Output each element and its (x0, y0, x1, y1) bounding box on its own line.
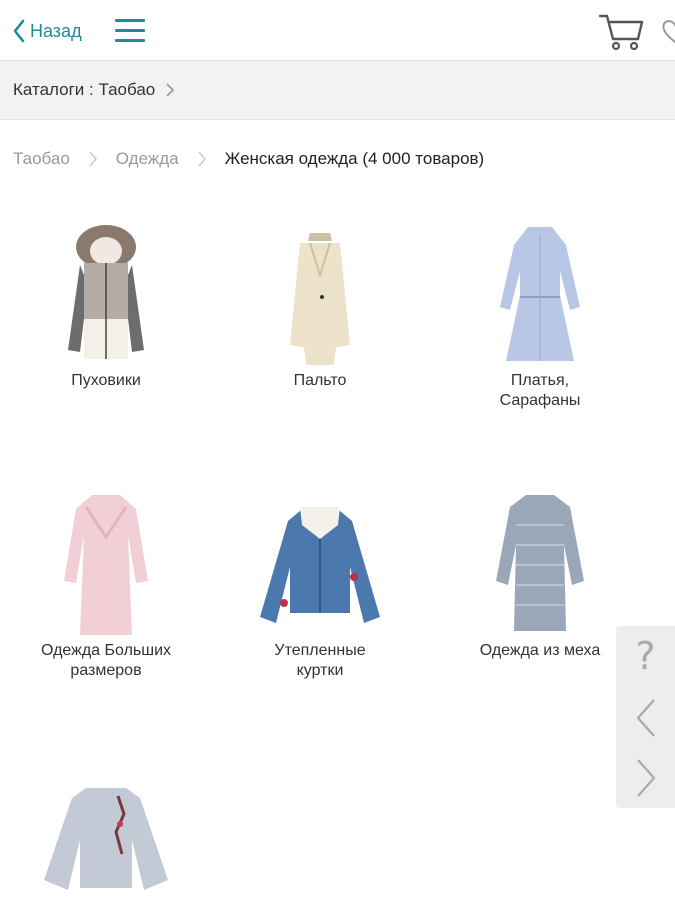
side-widget: ? (616, 626, 675, 808)
prev-button[interactable] (616, 690, 675, 746)
category-label: Одежда из меха (479, 642, 601, 659)
chevron-right-icon (166, 83, 175, 97)
chevron-right-icon (636, 759, 655, 797)
denim-jacket-image (260, 507, 380, 623)
fur-coat-image (496, 495, 584, 631)
category-label: Одежда Больших размеров (40, 642, 172, 679)
category-label: Пуховики (71, 372, 141, 389)
plus-size-dress-image (64, 495, 148, 635)
blouse-image (44, 788, 168, 890)
category-blouses[interactable] (6, 750, 206, 894)
cart-icon[interactable] (598, 10, 646, 52)
back-label: Назад (30, 20, 82, 41)
help-button[interactable]: ? (616, 628, 675, 684)
breadcrumb-item-clothes[interactable]: Одежда (116, 149, 179, 169)
category-dresses[interactable]: Платья, Сарафаны (440, 215, 640, 411)
category-fur[interactable]: Одежда из меха (440, 485, 640, 661)
breadcrumb-current: Женская одежда (4 000 товаров) (224, 149, 485, 168)
breadcrumb-item-taobao[interactable]: Таобао (13, 149, 70, 169)
breadcrumb: Таобао Одежда Женская одежда (4 000 това… (13, 146, 484, 172)
category-label: Платья, Сарафаны (499, 372, 581, 409)
heart-icon[interactable] (660, 16, 675, 46)
help-label: ? (635, 634, 656, 678)
chevron-right-icon (198, 151, 206, 167)
category-coats[interactable]: Пальто (220, 215, 420, 391)
category-plus-size[interactable]: Одежда Больших размеров (6, 485, 206, 681)
next-button[interactable] (616, 750, 675, 806)
back-button[interactable]: Назад (12, 14, 82, 48)
category-label: Утепленные куртки (274, 642, 366, 679)
chevron-left-icon (13, 19, 25, 43)
catalog-bar[interactable]: Каталоги : Таобао (0, 61, 675, 120)
top-bar: Назад (0, 0, 675, 61)
category-label: Пальто (293, 372, 347, 389)
hamburger-icon[interactable] (112, 14, 148, 48)
dress-image (500, 227, 580, 361)
down-jacket-image (68, 225, 144, 359)
chevron-right-icon (89, 151, 97, 167)
category-down-jackets[interactable]: Пуховики (6, 215, 206, 391)
catalog-title: Каталоги : Таобао (13, 80, 156, 99)
category-warm-jackets[interactable]: Утепленные куртки (220, 485, 420, 681)
chevron-left-icon (636, 699, 655, 737)
coat-image (290, 233, 350, 365)
